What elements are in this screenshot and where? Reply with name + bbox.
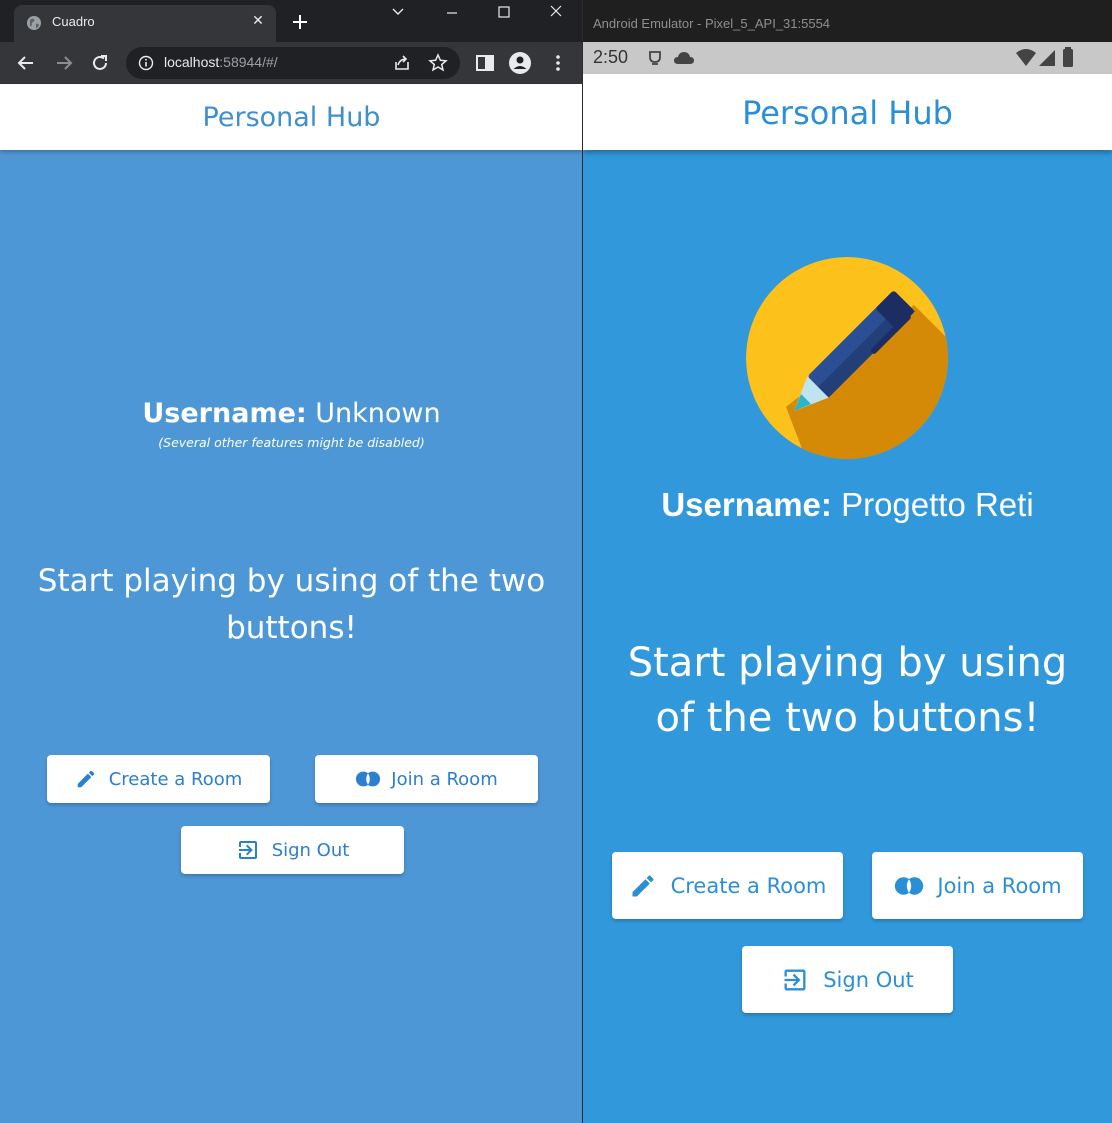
web-create-room-label: Create a Room bbox=[108, 768, 243, 790]
pencil-icon bbox=[77, 770, 94, 788]
status-time: 2:50 bbox=[593, 47, 629, 67]
web-username-label: Username: bbox=[142, 398, 307, 429]
join-circles-icon bbox=[356, 771, 381, 787]
emulator-window-title: Android Emulator - Pixel_5_API_31:5554 bbox=[593, 16, 831, 31]
mobile-username-value: Progetto Reti bbox=[841, 486, 1034, 523]
web-join-room-button[interactable]: Join a Room bbox=[315, 755, 538, 803]
cell-signal-icon bbox=[1039, 50, 1055, 66]
mobile-username-label: Username: bbox=[661, 486, 832, 523]
pen-avatar-icon bbox=[746, 257, 948, 459]
tab-title: Cuadro bbox=[52, 14, 95, 29]
url-text: localhost:58944/#/ bbox=[164, 54, 278, 70]
web-username-value: Unknown bbox=[315, 398, 441, 429]
web-join-room-label: Join a Room bbox=[391, 768, 498, 790]
mobile-create-room-button[interactable]: Create a Room bbox=[612, 852, 843, 919]
kebab-menu-icon[interactable] bbox=[546, 51, 570, 75]
maximize-icon[interactable] bbox=[484, 2, 524, 22]
browser-tab[interactable]: Cuadro ✕ bbox=[14, 5, 276, 42]
web-sign-out-label: Sign Out bbox=[271, 839, 350, 861]
web-cta-text: Start playing by using of the two button… bbox=[37, 563, 546, 646]
share-icon[interactable] bbox=[392, 53, 412, 73]
browser-toolbar: localhost:58944/#/ bbox=[0, 42, 582, 84]
mobile-app-bar: Personal Hub bbox=[583, 74, 1112, 150]
web-app-title: Personal Hub bbox=[202, 102, 381, 133]
sign-out-icon bbox=[784, 969, 806, 990]
web-create-room-button[interactable]: Create a Room bbox=[47, 755, 270, 803]
mobile-sign-out-button[interactable]: Sign Out bbox=[742, 946, 953, 1013]
mobile-join-room-button[interactable]: Join a Room bbox=[872, 852, 1083, 919]
web-username: Username: Unknown bbox=[0, 398, 582, 429]
tab-search-chevron-icon[interactable] bbox=[378, 2, 418, 22]
minimize-icon[interactable] bbox=[432, 2, 472, 22]
mobile-create-room-label: Create a Room bbox=[670, 873, 827, 898]
battery-icon bbox=[1063, 47, 1073, 67]
reload-icon[interactable] bbox=[88, 51, 112, 75]
profile-avatar-icon[interactable] bbox=[508, 51, 532, 75]
web-app-bar: Personal Hub bbox=[0, 84, 582, 150]
emulator-titlebar: Android Emulator - Pixel_5_API_31:5554 bbox=[583, 0, 1112, 42]
back-arrow-icon[interactable] bbox=[14, 51, 38, 75]
new-tab-plus-icon[interactable] bbox=[289, 11, 311, 33]
android-status-bar: 2:50 bbox=[583, 42, 1112, 74]
mobile-app-title: Personal Hub bbox=[742, 94, 953, 132]
bookmark-star-icon[interactable] bbox=[428, 53, 448, 73]
close-tab-icon[interactable]: ✕ bbox=[248, 11, 268, 31]
status-app-icon bbox=[649, 51, 661, 65]
join-circles-icon bbox=[895, 876, 924, 895]
mobile-cta-text: Start playing by using of the two button… bbox=[627, 640, 1068, 741]
sign-out-icon bbox=[238, 841, 257, 859]
forward-arrow-icon[interactable] bbox=[52, 51, 76, 75]
mobile-username: Username: Progetto Reti bbox=[583, 486, 1112, 524]
pencil-icon bbox=[632, 874, 654, 896]
web-disabled-note: (Several other features might be disable… bbox=[158, 435, 425, 450]
mobile-join-room-label: Join a Room bbox=[937, 873, 1062, 898]
browser-titlebar: Cuadro ✕ bbox=[0, 0, 582, 42]
chrome-browser-window: Cuadro ✕ localhost:58944/#/ Personal Hub… bbox=[0, 0, 583, 1123]
android-emulator-window: Android Emulator - Pixel_5_API_31:5554 2… bbox=[583, 0, 1112, 1123]
address-bar[interactable]: localhost:58944/#/ bbox=[126, 47, 460, 79]
web-sign-out-button[interactable]: Sign Out bbox=[181, 826, 404, 874]
wifi-icon bbox=[1016, 49, 1036, 66]
cloud-icon bbox=[674, 52, 694, 64]
close-window-icon[interactable] bbox=[536, 2, 576, 22]
mobile-sign-out-label: Sign Out bbox=[823, 967, 914, 992]
globe-icon bbox=[27, 16, 41, 30]
site-info-icon[interactable] bbox=[138, 55, 154, 71]
side-panel-icon[interactable] bbox=[473, 51, 497, 75]
